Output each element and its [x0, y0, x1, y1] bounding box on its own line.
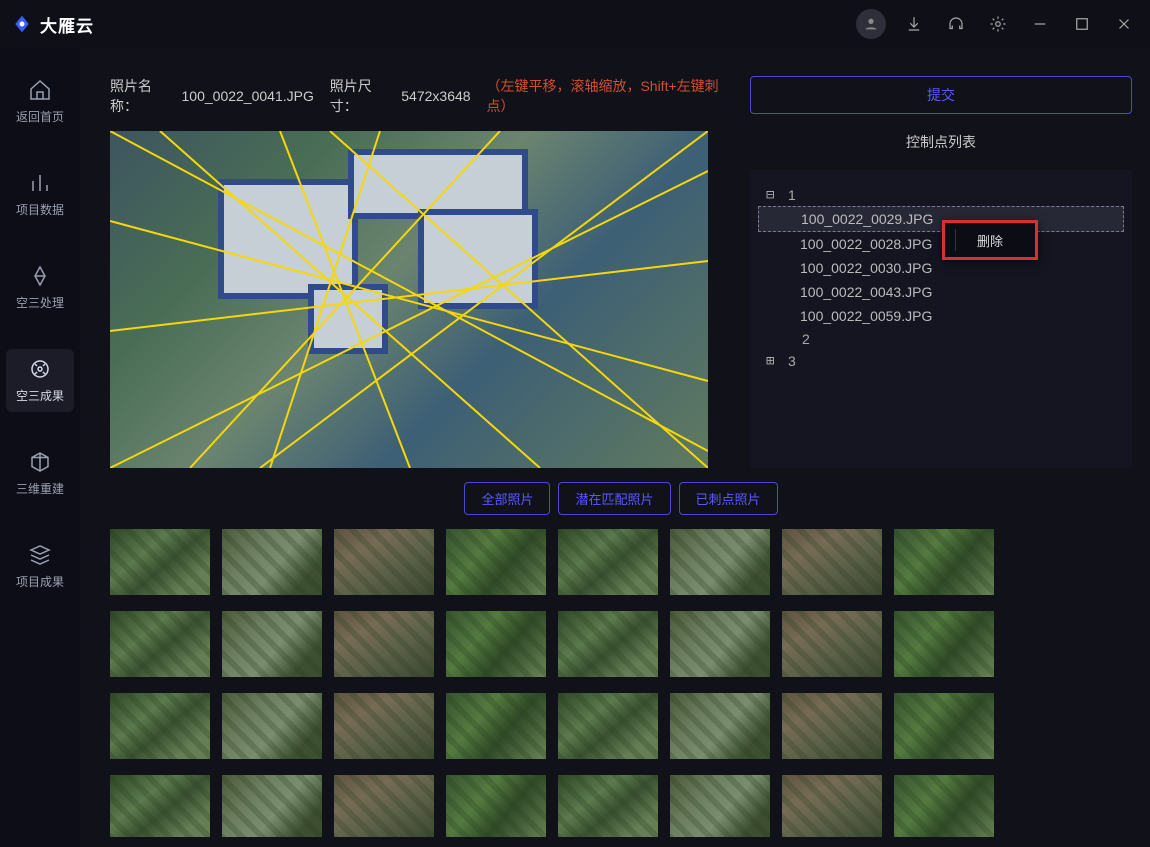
- headset-icon[interactable]: [942, 10, 970, 38]
- thumbnail[interactable]: [558, 775, 658, 837]
- control-point-title: 控制点列表: [750, 132, 1132, 152]
- sidebar-item-label: 三维重建: [16, 480, 64, 497]
- thumbnail[interactable]: [110, 775, 210, 837]
- thumbnail[interactable]: [782, 693, 882, 759]
- interaction-hint: （左键平移，滚轴缩放，Shift+左键刺点）: [486, 76, 730, 116]
- maximize-icon[interactable]: [1068, 10, 1096, 38]
- sidebar: 返回首页 项目数据 空三处理 空三成果 三维重建 项目成果: [0, 48, 80, 847]
- main: 照片名称： 100_0022_0041.JPG 照片尺寸： 5472x3648 …: [80, 48, 1150, 847]
- download-icon[interactable]: [900, 10, 928, 38]
- expand-icon[interactable]: ⊞: [766, 353, 780, 369]
- thumbnail[interactable]: [222, 529, 322, 595]
- tree-file[interactable]: 100_0022_0043.JPG: [758, 280, 1124, 304]
- thumbnail[interactable]: [894, 529, 994, 595]
- thumbnail[interactable]: [222, 775, 322, 837]
- tree-file[interactable]: 100_0022_0030.JPG: [758, 256, 1124, 280]
- photo-info: 照片名称： 100_0022_0041.JPG 照片尺寸： 5472x3648 …: [110, 76, 730, 116]
- thumbnail[interactable]: [446, 529, 546, 595]
- sidebar-item-project-data[interactable]: 项目数据: [6, 163, 74, 226]
- expand-icon[interactable]: [780, 331, 794, 347]
- tab-potential-match[interactable]: 潜在匹配照片: [558, 482, 670, 515]
- photo-dim-value: 5472x3648: [401, 88, 470, 104]
- control-point-panel: ⊟ 1 100_0022_0029.JPG 100_0022_0028.JPG …: [750, 170, 1132, 468]
- user-icon[interactable]: [856, 9, 886, 39]
- brand-logo-icon: [12, 14, 32, 34]
- gear-icon[interactable]: [984, 10, 1012, 38]
- photo-tabs: 全部照片 潜在匹配照片 已刺点照片: [110, 482, 1132, 515]
- titlebar: 大雁云: [0, 0, 1150, 48]
- tree-group-3[interactable]: ⊞ 3: [758, 350, 1124, 372]
- tree-group-2[interactable]: 2: [758, 328, 1124, 350]
- sidebar-item-3d-reconstruction[interactable]: 三维重建: [6, 442, 74, 505]
- brand-text: 大雁云: [40, 12, 94, 37]
- thumbnail[interactable]: [334, 693, 434, 759]
- sidebar-item-project-result[interactable]: 项目成果: [6, 535, 74, 598]
- submit-button[interactable]: 提交: [750, 76, 1132, 114]
- thumbnail[interactable]: [558, 693, 658, 759]
- thumbnail[interactable]: [670, 529, 770, 595]
- sidebar-item-label: 空三成果: [16, 387, 64, 404]
- rays-icon: [110, 131, 708, 468]
- thumbnail[interactable]: [670, 611, 770, 677]
- thumbnail[interactable]: [110, 529, 210, 595]
- sidebar-item-at-result[interactable]: 空三成果: [6, 349, 74, 412]
- thumbnail[interactable]: [334, 611, 434, 677]
- tree-file[interactable]: 100_0022_0029.JPG: [758, 206, 1124, 232]
- thumbnail-scroll[interactable]: [110, 529, 1132, 837]
- thumbnail[interactable]: [334, 529, 434, 595]
- thumbnail[interactable]: [110, 693, 210, 759]
- tree-file[interactable]: 100_0022_0028.JPG: [758, 232, 1124, 256]
- sidebar-item-label: 项目成果: [16, 573, 64, 590]
- close-icon[interactable]: [1110, 10, 1138, 38]
- photo-name-value: 100_0022_0041.JPG: [182, 88, 314, 104]
- thumbnail[interactable]: [782, 529, 882, 595]
- titlebar-actions: [856, 9, 1138, 39]
- thumbnail[interactable]: [446, 775, 546, 837]
- thumbnail[interactable]: [222, 611, 322, 677]
- context-menu-label: 删除: [977, 231, 1003, 250]
- context-menu-delete[interactable]: 删除: [942, 220, 1038, 260]
- sidebar-item-home[interactable]: 返回首页: [6, 70, 74, 133]
- collapse-icon[interactable]: ⊟: [766, 187, 780, 203]
- thumbnail[interactable]: [782, 775, 882, 837]
- thumbnail[interactable]: [222, 693, 322, 759]
- sidebar-item-label: 返回首页: [16, 108, 64, 125]
- brand: 大雁云: [12, 12, 94, 37]
- tree-group-label: 2: [802, 331, 810, 347]
- tab-pricked[interactable]: 已刺点照片: [679, 482, 778, 515]
- thumbnail[interactable]: [334, 775, 434, 837]
- photo-dim-label: 照片尺寸：: [330, 76, 396, 116]
- photo-name-label: 照片名称：: [110, 76, 176, 116]
- tree-group-1[interactable]: ⊟ 1: [758, 184, 1124, 206]
- tree-group-label: 3: [788, 353, 796, 369]
- sidebar-item-label: 空三处理: [16, 294, 64, 311]
- sidebar-item-label: 项目数据: [16, 201, 64, 218]
- thumbnail[interactable]: [670, 693, 770, 759]
- thumbnail[interactable]: [110, 611, 210, 677]
- thumbnail[interactable]: [894, 693, 994, 759]
- photo-preview[interactable]: [110, 131, 708, 468]
- thumbnail[interactable]: [446, 611, 546, 677]
- thumbnail-grid: [110, 529, 1114, 837]
- thumbnail[interactable]: [894, 775, 994, 837]
- tree-file[interactable]: 100_0022_0059.JPG: [758, 304, 1124, 328]
- tab-all-photos[interactable]: 全部照片: [464, 482, 550, 515]
- thumbnail[interactable]: [782, 611, 882, 677]
- thumbnail[interactable]: [894, 611, 994, 677]
- thumbnail[interactable]: [558, 611, 658, 677]
- thumbnail[interactable]: [558, 529, 658, 595]
- thumbnail[interactable]: [446, 693, 546, 759]
- minimize-icon[interactable]: [1026, 10, 1054, 38]
- thumbnail[interactable]: [670, 775, 770, 837]
- sidebar-item-aerotriangulation[interactable]: 空三处理: [6, 256, 74, 319]
- tree-group-label: 1: [788, 187, 796, 203]
